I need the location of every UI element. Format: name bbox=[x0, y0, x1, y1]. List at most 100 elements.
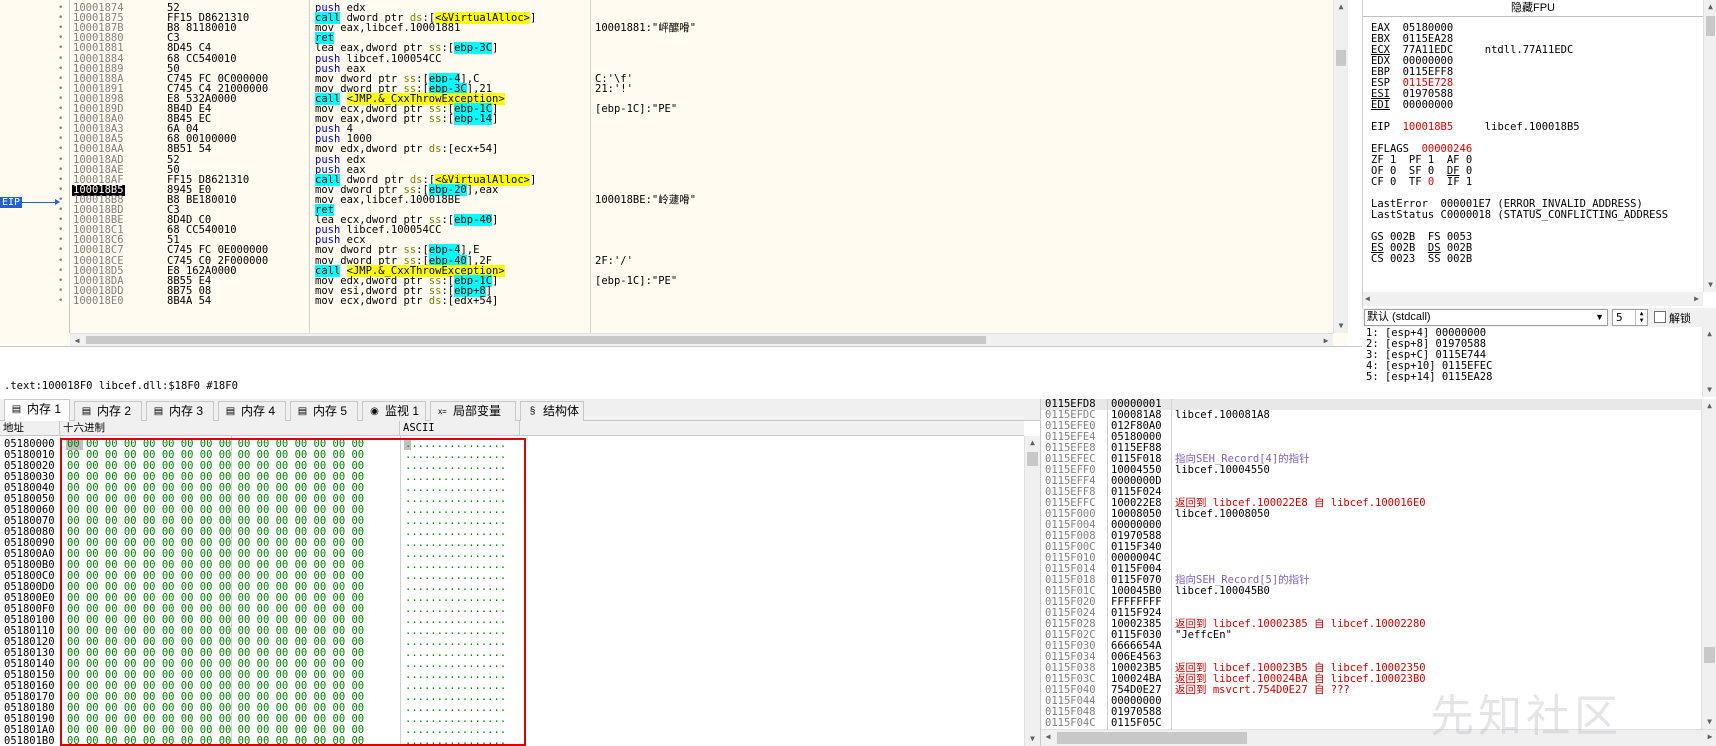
memory-icon: ▤ bbox=[11, 404, 22, 415]
arguments-vertical-scrollbar[interactable]: ▲ ▼ bbox=[1702, 327, 1716, 397]
register-line[interactable]: LastStatus C0000018 (STATUS_CONFLICTING_… bbox=[1371, 209, 1668, 221]
scroll-thumb[interactable] bbox=[1057, 732, 1247, 744]
scroll-down-icon[interactable]: ▼ bbox=[1704, 278, 1716, 292]
memory-icon: ▤ bbox=[297, 406, 308, 417]
tab-8[interactable]: § 结构体 bbox=[520, 401, 584, 421]
scroll-up-icon[interactable]: ▲ bbox=[1703, 327, 1716, 341]
scroll-down-icon[interactable]: ▼ bbox=[1334, 319, 1348, 333]
register-line[interactable]: EIP 100018B5 libcef.100018B5 bbox=[1371, 121, 1580, 133]
scroll-thumb[interactable] bbox=[1336, 50, 1346, 66]
stack-comment: 返回到 msvcrt.754D0E27 自 ??? bbox=[1175, 684, 1350, 696]
scroll-left-icon[interactable]: ◀ bbox=[70, 334, 84, 346]
scroll-up-icon[interactable]: ▲ bbox=[1025, 436, 1040, 450]
register-token: 100018B5 bbox=[1402, 121, 1454, 133]
locals-icon: x= bbox=[438, 407, 447, 416]
watch-icon: ◉ bbox=[370, 406, 379, 417]
scroll-thumb[interactable] bbox=[1704, 647, 1715, 663]
tab-label: 内存 2 bbox=[97, 404, 132, 418]
address-column-header[interactable]: 地址 bbox=[0, 421, 60, 436]
tab-7[interactable]: x= 局部变量 bbox=[430, 401, 516, 421]
unlock-label: 解锁 bbox=[1669, 313, 1691, 325]
disassembly-horizontal-scrollbar[interactable]: ◀ ▶ bbox=[70, 333, 1333, 346]
unlock-checkbox[interactable] bbox=[1654, 311, 1666, 323]
calling-convention-bar: 默认 (stdcall) ▼ 5 ▲ ▼ 解锁 bbox=[1362, 308, 1716, 327]
eip-arrow-icon bbox=[22, 199, 60, 205]
instruction-token: ds bbox=[428, 294, 442, 307]
disasm-row[interactable]: • 100018E0 8B4A 54 mov ecx,dword ptr ds:[ed… bbox=[0, 294, 1333, 307]
registers-pane[interactable]: 隐藏FPU EAX 05180000 EBX 0115EA28 ECX 77A11E… bbox=[1362, 0, 1716, 308]
scroll-right-icon[interactable]: ▶ bbox=[1703, 730, 1716, 746]
register-token: CS 0023 SS 002B bbox=[1371, 253, 1473, 265]
scroll-right-icon[interactable]: ▶ bbox=[1694, 292, 1699, 306]
stepper-arrows-icon[interactable]: ▲ ▼ bbox=[1635, 310, 1647, 325]
scroll-left-icon[interactable]: ◀ bbox=[1365, 292, 1370, 306]
memory-icon: ▤ bbox=[225, 406, 236, 417]
scroll-down-icon[interactable]: ▼ bbox=[1025, 732, 1040, 746]
register-token: LastStatus C0000018 (STATUS_CONFLICTING_… bbox=[1371, 209, 1669, 221]
scroll-thumb[interactable] bbox=[1706, 16, 1715, 36]
scroll-up-icon[interactable]: ▲ bbox=[1704, 0, 1716, 14]
instruction-token: mov ecx,dword ptr bbox=[315, 294, 429, 307]
tab-label: 监视 1 bbox=[385, 404, 420, 418]
calling-convention-value: 默认 (stdcall) bbox=[1367, 311, 1431, 323]
register-line[interactable]: CF 0 TF 0 IF 1 bbox=[1371, 176, 1472, 188]
scroll-down-icon[interactable]: ▼ bbox=[1702, 715, 1716, 729]
hide-fpu-button[interactable]: 隐藏FPU bbox=[1363, 0, 1703, 17]
registers-horizontal-scrollbar[interactable]: ◀ ▶ bbox=[1363, 292, 1703, 306]
tab-label: 内存 1 bbox=[27, 402, 62, 416]
dump-vertical-scrollbar[interactable]: ▲ ▼ bbox=[1024, 436, 1040, 746]
info-pane: .text:100018F0 libcef.dll:$18F0 #18F0 bbox=[0, 346, 1362, 399]
memory-icon: ▤ bbox=[81, 406, 92, 417]
register-token: EDI bbox=[1371, 99, 1390, 111]
watermark: 先知社区 bbox=[1430, 691, 1622, 742]
scroll-thumb[interactable] bbox=[1027, 452, 1038, 466]
register-token: EIP bbox=[1371, 121, 1403, 133]
register-token: CF 0 TF bbox=[1371, 176, 1428, 188]
registers-vertical-scrollbar[interactable]: ▲ ▼ bbox=[1703, 0, 1716, 292]
tab-label: 内存 4 bbox=[241, 404, 276, 418]
instruction-address: 100018E0 bbox=[73, 294, 124, 307]
stack-comment: "JeffcEn" bbox=[1175, 629, 1232, 641]
argument-line[interactable]: 5: [esp+14] 0115EA28 bbox=[1366, 372, 1492, 383]
breakpoint-dot-icon[interactable]: • bbox=[58, 296, 63, 307]
register-line[interactable]: CS 0023 SS 002B bbox=[1371, 253, 1472, 265]
calling-convention-select[interactable]: 默认 (stdcall) ▼ bbox=[1364, 309, 1608, 326]
scroll-up-icon[interactable]: ▲ bbox=[1702, 399, 1716, 413]
tab-5[interactable]: ▤ 内存 5 bbox=[290, 401, 358, 421]
register-token: IF 1 bbox=[1434, 176, 1473, 188]
tab-1[interactable]: ▤ 内存 1 bbox=[4, 399, 70, 421]
stack-comment: libcef.10008050 bbox=[1175, 508, 1270, 520]
instruction-token: :[edx+54] bbox=[441, 294, 499, 307]
register-token: 00000000 bbox=[1389, 99, 1454, 111]
tab-6[interactable]: ◉ 监视 1 bbox=[362, 401, 426, 421]
register-line[interactable]: EDI 00000000 bbox=[1371, 99, 1453, 111]
scroll-right-icon[interactable]: ▶ bbox=[1319, 334, 1333, 346]
scroll-thumb[interactable] bbox=[86, 336, 986, 344]
arguments-pane[interactable]: 1: [esp+4] 00000000 2: [esp+8] 01970588 3:… bbox=[1362, 327, 1716, 397]
disassembly-vertical-scrollbar[interactable]: ▲ ▼ bbox=[1333, 0, 1348, 333]
argument-count-stepper[interactable]: 5 ▲ ▼ bbox=[1612, 309, 1648, 326]
tab-3[interactable]: ▤ 内存 3 bbox=[146, 401, 214, 421]
scroll-up-icon[interactable]: ▲ bbox=[1334, 0, 1348, 14]
tab-label: 内存 3 bbox=[169, 404, 204, 418]
tab-4[interactable]: ▤ 内存 4 bbox=[218, 401, 286, 421]
disassembly-pane[interactable]: • 10001874 52 push edx • 10001875 FF15 D862131… bbox=[0, 0, 1348, 346]
dump-address: 051801B0 bbox=[4, 735, 55, 746]
scroll-down-icon[interactable]: ▼ bbox=[1703, 383, 1716, 397]
stack-address: 0115F04C bbox=[1045, 717, 1096, 729]
tab-label: 内存 5 bbox=[313, 404, 348, 418]
tab-2[interactable]: ▤ 内存 2 bbox=[74, 401, 142, 421]
stack-value: 0115F05C bbox=[1111, 717, 1162, 729]
memory-dump-pane[interactable]: 地址 十六进制 ASCII 05180000 00 00 00 00 00 00 … bbox=[0, 421, 1040, 746]
stack-vertical-scrollbar[interactable]: ▲ ▼ bbox=[1701, 399, 1716, 729]
scroll-left-icon[interactable]: ◀ bbox=[1041, 730, 1055, 746]
argument-count-value: 5 bbox=[1616, 311, 1623, 324]
ascii-column-header[interactable]: ASCII bbox=[400, 421, 520, 436]
struct-icon: § bbox=[529, 406, 536, 417]
hex-column-header[interactable]: 十六进制 bbox=[60, 421, 400, 436]
address-info: .text:100018F0 libcef.dll:$18F0 #18F0 bbox=[4, 380, 238, 392]
tab-label: 结构体 bbox=[543, 404, 580, 418]
stack-comment: libcef.100045B0 bbox=[1175, 585, 1270, 597]
eip-marker: EIP bbox=[0, 197, 23, 208]
stack-comment: libcef.100081A8 bbox=[1175, 409, 1270, 421]
